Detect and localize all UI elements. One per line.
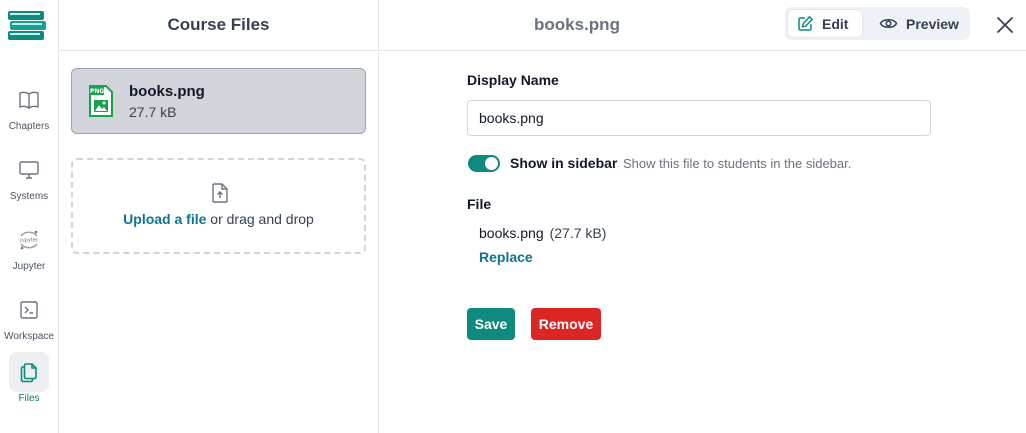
rail-item-label: Systems — [9, 191, 49, 202]
rail-item-label: Files — [18, 393, 40, 404]
monitor-icon — [9, 150, 49, 190]
show-in-sidebar-help: Show this file to students in the sideba… — [623, 156, 852, 171]
rail-item-chapters[interactable]: Chapters — [0, 80, 58, 142]
pencil-square-icon — [798, 15, 814, 31]
show-in-sidebar-label: Show in sidebar — [510, 155, 618, 171]
files-pane-header: Course Files — [59, 0, 378, 51]
eye-icon — [879, 19, 898, 28]
rail-item-jupyter[interactable]: jupyter Jupyter — [0, 220, 58, 282]
app-logo-books-icon[interactable] — [6, 5, 48, 43]
left-rail: Chapters Systems jupyter Jupyter Workspa… — [0, 0, 59, 433]
remove-button[interactable]: Remove — [531, 308, 601, 340]
display-name-input[interactable] — [467, 100, 931, 136]
current-file-name: books.png — [479, 225, 544, 241]
rail-item-label: Chapters — [8, 121, 50, 132]
rail-item-label: Jupyter — [12, 261, 46, 272]
rail-item-workspace[interactable]: Workspace — [0, 290, 58, 352]
save-button[interactable]: Save — [467, 308, 515, 340]
close-icon[interactable] — [994, 14, 1016, 36]
rail-item-systems[interactable]: Systems — [0, 150, 58, 212]
upload-dropzone[interactable]: Upload a file or drag and drop — [71, 158, 366, 254]
jupyter-icon-text: jupyter — [19, 238, 39, 244]
display-name-label: Display Name — [467, 72, 559, 88]
file-label: File — [467, 196, 492, 212]
rail-item-files[interactable]: Files — [0, 352, 58, 414]
jupyter-icon: jupyter — [9, 220, 49, 260]
png-file-icon: PNG — [88, 84, 114, 118]
upload-file-link[interactable]: Upload a file — [123, 211, 206, 227]
file-list-item[interactable]: PNG books.png 27.7 kB — [71, 68, 366, 134]
png-badge-text: PNG — [90, 88, 104, 95]
detail-header: books.png Edit Preview — [379, 0, 1026, 51]
detail-title: books.png — [534, 15, 620, 34]
file-name: books.png — [129, 83, 205, 100]
edit-preview-toggle: Edit Preview — [785, 7, 970, 40]
files-pane-title: Course Files — [167, 15, 270, 34]
terminal-icon — [9, 290, 49, 330]
current-file-size: (27.7 kB) — [549, 225, 607, 241]
upload-text: Upload a file or drag and drop — [73, 211, 364, 227]
book-open-icon — [9, 80, 49, 120]
edit-tab[interactable]: Edit — [787, 9, 863, 38]
upload-hint: or drag and drop — [206, 211, 314, 227]
rail-item-label: Workspace — [4, 331, 54, 342]
current-file-info: books.png (27.7 kB) — [479, 225, 606, 241]
edit-tab-label: Edit — [822, 15, 849, 32]
toggle-knob — [485, 157, 498, 170]
file-size: 27.7 kB — [129, 104, 177, 120]
replace-file-link[interactable]: Replace — [479, 249, 533, 265]
files-icon — [9, 352, 49, 392]
preview-tab-label: Preview — [906, 15, 959, 32]
preview-tab[interactable]: Preview — [871, 9, 967, 38]
show-in-sidebar-toggle[interactable] — [468, 155, 500, 172]
file-upload-icon — [210, 182, 230, 204]
course-files-pane: Course Files PNG books.png 27.7 kB Uploa… — [59, 0, 379, 433]
file-detail-pane: books.png Edit Preview Display Name book… — [379, 0, 1026, 433]
